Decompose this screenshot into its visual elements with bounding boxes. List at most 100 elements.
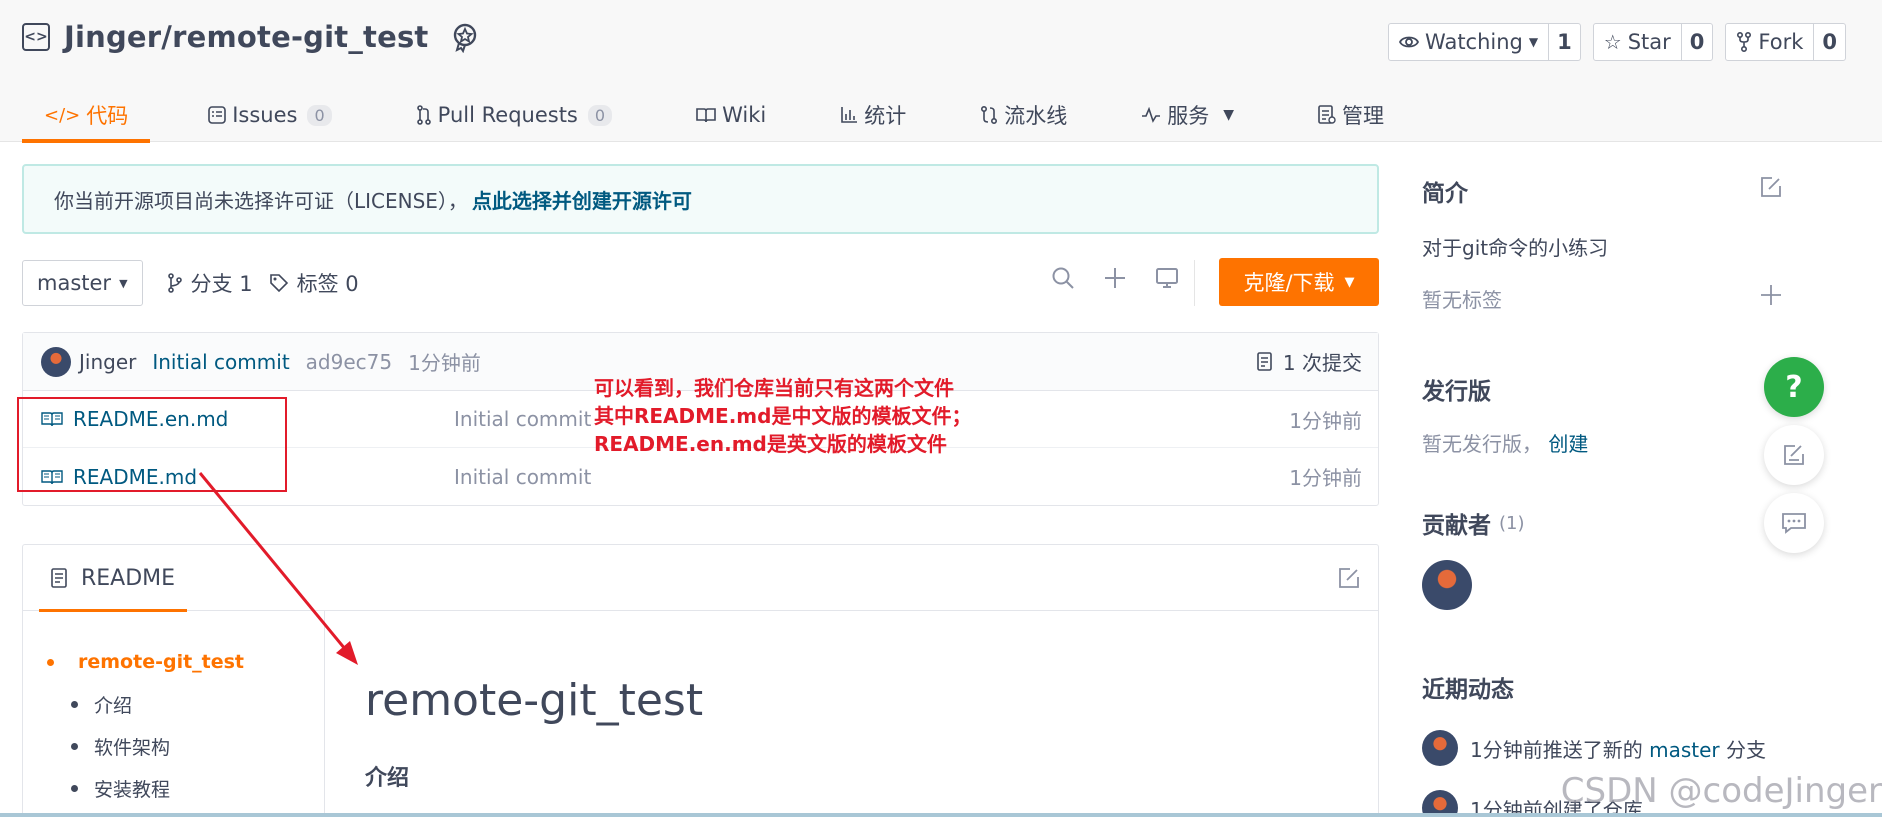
create-release-link[interactable]: 创建 [1548,432,1588,456]
repo-name-link[interactable]: Jinger/remote-git_test [64,20,429,54]
repo-header: <> Jinger/remote-git_test Watching ▼ 1 ☆… [0,0,1882,143]
avatar[interactable] [1422,730,1458,766]
tab-label: 统计 [864,104,907,128]
toc-item[interactable]: 安装教程 [23,767,324,809]
plus-icon[interactable] [1760,284,1782,306]
tab-label: Issues [232,103,298,127]
avatar[interactable] [41,346,71,377]
window-bottom-edge [0,813,1882,817]
commit-time: 1分钟前 [408,351,481,375]
search-icon[interactable] [1051,266,1075,290]
monitor-icon[interactable] [1155,266,1179,290]
clone-download-button[interactable]: 克隆/下载 ▼ [1219,258,1379,306]
tab-label: 服务 [1167,104,1210,128]
contributors-title: 贡献者 (1) [1422,512,1525,540]
branches-count: 分支 1 [190,272,253,296]
tab-wiki[interactable]: Wiki [674,88,788,142]
star-button[interactable]: ☆ Star 0 [1592,23,1714,61]
tab-issues[interactable]: Issues 0 [186,88,353,142]
watch-button[interactable]: Watching ▼ 1 [1388,23,1581,61]
edit-icon[interactable] [1338,567,1360,589]
help-button[interactable]: ? [1764,357,1824,417]
repo-description: 对于git命令的小练习 [1422,236,1609,260]
caret-down-icon: ▼ [1223,107,1234,123]
comment-button[interactable] [1764,493,1824,553]
fork-count[interactable]: 0 [1814,24,1845,60]
manage-icon [1318,105,1336,124]
readme-heading: remote-git_test [365,675,704,726]
activity-title: 近期动态 [1422,677,1514,703]
toc-item[interactable]: 软件架构 [23,725,324,767]
branch-link[interactable]: master [1649,738,1720,762]
tags-count: 标签 0 [296,272,359,296]
caret-down-icon: ▼ [119,276,128,290]
toc-item[interactable]: 介绍 [23,683,324,725]
watch-count[interactable]: 1 [1549,24,1580,60]
annotation-text: 可以看到，我们仓库当前只有这两个文件 其中README.md是中文版的模板文件；… [594,376,972,456]
bar-chart-icon [841,107,858,123]
repo-tabs: </> 代码 Issues 0 Pull Requests 0 Wiki 统计 … [22,88,1442,143]
edit-icon[interactable] [1760,176,1782,198]
commits-icon [1257,351,1272,371]
license-create-link[interactable]: 点此选择并创建开源许可 [472,185,692,214]
tab-services[interactable]: 服务 ▼ [1119,88,1256,142]
branches-link[interactable]: 分支 1 [167,268,253,298]
code-repo-icon: <> [22,23,50,51]
commit-count-link[interactable]: 1 次提交 [1257,347,1362,376]
tab-label: 流水线 [1004,104,1068,128]
code-icon: </> [44,104,81,126]
document-icon [51,568,67,588]
fork-button[interactable]: Fork 0 [1725,23,1846,61]
license-text: 你当前开源项目尚未选择许可证（LICENSE）， [54,188,468,213]
tag-icon [269,274,288,293]
comment-icon [1782,513,1806,534]
branch-select[interactable]: master ▼ [22,260,143,306]
avatar[interactable] [1422,560,1472,610]
pulse-icon [1142,107,1161,123]
readme-subheading: 介绍 [365,766,410,791]
tab-manage[interactable]: 管理 [1296,88,1406,142]
tab-pipeline[interactable]: 流水线 [958,88,1089,142]
tab-label: 代码 [86,104,129,128]
commit-author[interactable]: Jinger [79,350,136,374]
tab-pull-requests[interactable]: Pull Requests 0 [394,88,634,142]
file-commit-message[interactable]: Initial commit [454,465,591,489]
file-time: 1分钟前 [1289,466,1362,490]
pr-count-badge: 0 [587,104,613,126]
plus-icon[interactable] [1103,266,1127,290]
activity-item: 1分钟前推送了新的 master 分支 [1422,730,1812,766]
award-icon[interactable] [449,21,481,53]
no-release-text: 暂无发行版， [1422,432,1542,456]
commit-message[interactable]: Initial commit [152,350,289,374]
repo-toolbar: master ▼ 分支 1 标签 0 克隆/下载 ▼ [22,258,1379,308]
tags-link[interactable]: 标签 0 [269,268,359,298]
toolbar-divider [1194,260,1195,306]
edit-icon [1784,445,1804,465]
commit-sha[interactable]: ad9ec75 [306,350,392,374]
pull-request-icon [416,105,431,125]
file-commit-message[interactable]: Initial commit [454,407,591,431]
readme-tab[interactable]: README [39,545,188,612]
readme-tab-label: README [81,565,176,591]
issues-icon [208,106,227,124]
tab-stats[interactable]: 统计 [818,88,928,142]
release-title: 发行版 [1422,379,1491,405]
release-info: 暂无发行版， 创建 [1422,428,1588,457]
caret-down-icon: ▼ [1528,35,1539,49]
star-count[interactable]: 0 [1682,24,1713,60]
pipeline-icon [981,105,998,125]
file-time: 1分钟前 [1289,408,1362,433]
feedback-button[interactable] [1764,425,1824,485]
contributors-count: (1) [1499,512,1525,534]
star-icon: ☆ [1603,30,1622,54]
intro-title: 简介 [1422,181,1468,207]
readme-content: remote-git_test 介绍 [365,675,703,792]
branch-icon [167,273,182,293]
watermark: CSDN @codeJinger [1560,771,1882,811]
fork-icon [1737,32,1752,52]
no-tags-text: 暂无标签 [1422,288,1502,312]
toolbar-icons [1051,266,1179,290]
tab-code[interactable]: </> 代码 [22,88,151,143]
repo-title: <> Jinger/remote-git_test [22,20,481,54]
repo-actions: Watching ▼ 1 ☆ Star 0 Fork 0 [1388,23,1846,61]
